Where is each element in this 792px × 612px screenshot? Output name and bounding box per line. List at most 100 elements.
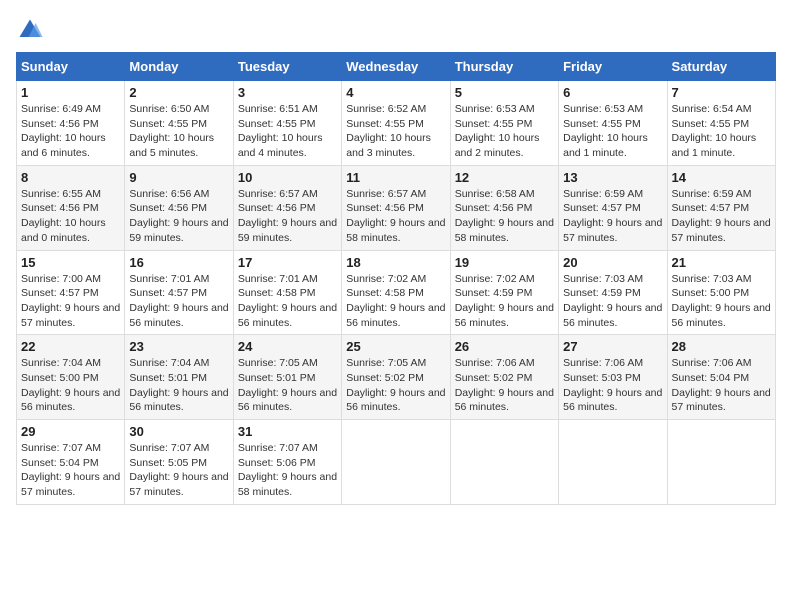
calendar-cell: 3 Sunrise: 6:51 AM Sunset: 4:55 PM Dayli…	[233, 81, 341, 166]
day-info: Sunrise: 7:04 AM Sunset: 5:00 PM Dayligh…	[21, 356, 120, 415]
day-number: 12	[455, 170, 554, 185]
calendar-cell: 5 Sunrise: 6:53 AM Sunset: 4:55 PM Dayli…	[450, 81, 558, 166]
day-info: Sunrise: 6:57 AM Sunset: 4:56 PM Dayligh…	[346, 187, 445, 246]
day-info: Sunrise: 7:05 AM Sunset: 5:02 PM Dayligh…	[346, 356, 445, 415]
weekday-header: Wednesday	[342, 53, 450, 81]
day-info: Sunrise: 6:50 AM Sunset: 4:55 PM Dayligh…	[129, 102, 228, 161]
calendar-cell: 6 Sunrise: 6:53 AM Sunset: 4:55 PM Dayli…	[559, 81, 667, 166]
day-number: 11	[346, 170, 445, 185]
day-info: Sunrise: 6:49 AM Sunset: 4:56 PM Dayligh…	[21, 102, 120, 161]
day-info: Sunrise: 6:56 AM Sunset: 4:56 PM Dayligh…	[129, 187, 228, 246]
day-number: 24	[238, 339, 337, 354]
day-info: Sunrise: 7:07 AM Sunset: 5:06 PM Dayligh…	[238, 441, 337, 500]
day-info: Sunrise: 7:07 AM Sunset: 5:05 PM Dayligh…	[129, 441, 228, 500]
day-info: Sunrise: 6:59 AM Sunset: 4:57 PM Dayligh…	[563, 187, 662, 246]
calendar-cell: 31 Sunrise: 7:07 AM Sunset: 5:06 PM Dayl…	[233, 420, 341, 505]
calendar-week-row: 15 Sunrise: 7:00 AM Sunset: 4:57 PM Dayl…	[17, 250, 776, 335]
day-number: 20	[563, 255, 662, 270]
calendar-cell: 27 Sunrise: 7:06 AM Sunset: 5:03 PM Dayl…	[559, 335, 667, 420]
calendar-cell: 1 Sunrise: 6:49 AM Sunset: 4:56 PM Dayli…	[17, 81, 125, 166]
calendar-cell: 11 Sunrise: 6:57 AM Sunset: 4:56 PM Dayl…	[342, 165, 450, 250]
day-info: Sunrise: 7:01 AM Sunset: 4:57 PM Dayligh…	[129, 272, 228, 331]
day-number: 9	[129, 170, 228, 185]
day-number: 17	[238, 255, 337, 270]
calendar-week-row: 29 Sunrise: 7:07 AM Sunset: 5:04 PM Dayl…	[17, 420, 776, 505]
day-number: 4	[346, 85, 445, 100]
day-number: 7	[672, 85, 771, 100]
day-info: Sunrise: 6:51 AM Sunset: 4:55 PM Dayligh…	[238, 102, 337, 161]
header-row: SundayMondayTuesdayWednesdayThursdayFrid…	[17, 53, 776, 81]
calendar-cell	[450, 420, 558, 505]
day-info: Sunrise: 7:04 AM Sunset: 5:01 PM Dayligh…	[129, 356, 228, 415]
day-info: Sunrise: 6:59 AM Sunset: 4:57 PM Dayligh…	[672, 187, 771, 246]
day-number: 23	[129, 339, 228, 354]
day-info: Sunrise: 6:53 AM Sunset: 4:55 PM Dayligh…	[455, 102, 554, 161]
day-info: Sunrise: 7:03 AM Sunset: 5:00 PM Dayligh…	[672, 272, 771, 331]
page-header	[16, 16, 776, 44]
day-number: 22	[21, 339, 120, 354]
calendar-cell: 7 Sunrise: 6:54 AM Sunset: 4:55 PM Dayli…	[667, 81, 775, 166]
calendar-cell: 12 Sunrise: 6:58 AM Sunset: 4:56 PM Dayl…	[450, 165, 558, 250]
calendar-cell: 21 Sunrise: 7:03 AM Sunset: 5:00 PM Dayl…	[667, 250, 775, 335]
calendar-cell: 22 Sunrise: 7:04 AM Sunset: 5:00 PM Dayl…	[17, 335, 125, 420]
calendar-cell: 16 Sunrise: 7:01 AM Sunset: 4:57 PM Dayl…	[125, 250, 233, 335]
calendar-table: SundayMondayTuesdayWednesdayThursdayFrid…	[16, 52, 776, 505]
day-number: 2	[129, 85, 228, 100]
weekday-header: Saturday	[667, 53, 775, 81]
day-info: Sunrise: 6:53 AM Sunset: 4:55 PM Dayligh…	[563, 102, 662, 161]
day-info: Sunrise: 7:00 AM Sunset: 4:57 PM Dayligh…	[21, 272, 120, 331]
calendar-cell: 30 Sunrise: 7:07 AM Sunset: 5:05 PM Dayl…	[125, 420, 233, 505]
calendar-cell: 28 Sunrise: 7:06 AM Sunset: 5:04 PM Dayl…	[667, 335, 775, 420]
day-info: Sunrise: 6:54 AM Sunset: 4:55 PM Dayligh…	[672, 102, 771, 161]
day-info: Sunrise: 7:02 AM Sunset: 4:58 PM Dayligh…	[346, 272, 445, 331]
weekday-header: Tuesday	[233, 53, 341, 81]
calendar-cell: 13 Sunrise: 6:59 AM Sunset: 4:57 PM Dayl…	[559, 165, 667, 250]
day-info: Sunrise: 7:03 AM Sunset: 4:59 PM Dayligh…	[563, 272, 662, 331]
day-info: Sunrise: 7:07 AM Sunset: 5:04 PM Dayligh…	[21, 441, 120, 500]
calendar-cell: 4 Sunrise: 6:52 AM Sunset: 4:55 PM Dayli…	[342, 81, 450, 166]
day-number: 10	[238, 170, 337, 185]
calendar-cell: 18 Sunrise: 7:02 AM Sunset: 4:58 PM Dayl…	[342, 250, 450, 335]
day-number: 19	[455, 255, 554, 270]
day-number: 1	[21, 85, 120, 100]
day-number: 28	[672, 339, 771, 354]
calendar-cell: 20 Sunrise: 7:03 AM Sunset: 4:59 PM Dayl…	[559, 250, 667, 335]
day-number: 30	[129, 424, 228, 439]
calendar-cell: 15 Sunrise: 7:00 AM Sunset: 4:57 PM Dayl…	[17, 250, 125, 335]
calendar-cell	[559, 420, 667, 505]
calendar-cell	[342, 420, 450, 505]
day-number: 6	[563, 85, 662, 100]
calendar-week-row: 22 Sunrise: 7:04 AM Sunset: 5:00 PM Dayl…	[17, 335, 776, 420]
calendar-cell: 25 Sunrise: 7:05 AM Sunset: 5:02 PM Dayl…	[342, 335, 450, 420]
calendar-cell: 2 Sunrise: 6:50 AM Sunset: 4:55 PM Dayli…	[125, 81, 233, 166]
calendar-cell: 24 Sunrise: 7:05 AM Sunset: 5:01 PM Dayl…	[233, 335, 341, 420]
day-number: 26	[455, 339, 554, 354]
logo-icon	[16, 16, 44, 44]
calendar-cell: 29 Sunrise: 7:07 AM Sunset: 5:04 PM Dayl…	[17, 420, 125, 505]
day-info: Sunrise: 6:55 AM Sunset: 4:56 PM Dayligh…	[21, 187, 120, 246]
day-info: Sunrise: 7:06 AM Sunset: 5:03 PM Dayligh…	[563, 356, 662, 415]
day-info: Sunrise: 7:06 AM Sunset: 5:02 PM Dayligh…	[455, 356, 554, 415]
weekday-header: Sunday	[17, 53, 125, 81]
weekday-header: Monday	[125, 53, 233, 81]
day-number: 8	[21, 170, 120, 185]
day-info: Sunrise: 6:52 AM Sunset: 4:55 PM Dayligh…	[346, 102, 445, 161]
calendar-cell: 8 Sunrise: 6:55 AM Sunset: 4:56 PM Dayli…	[17, 165, 125, 250]
day-number: 18	[346, 255, 445, 270]
day-info: Sunrise: 7:02 AM Sunset: 4:59 PM Dayligh…	[455, 272, 554, 331]
calendar-cell: 17 Sunrise: 7:01 AM Sunset: 4:58 PM Dayl…	[233, 250, 341, 335]
weekday-header: Thursday	[450, 53, 558, 81]
day-info: Sunrise: 6:58 AM Sunset: 4:56 PM Dayligh…	[455, 187, 554, 246]
day-number: 25	[346, 339, 445, 354]
day-number: 21	[672, 255, 771, 270]
day-number: 14	[672, 170, 771, 185]
calendar-cell	[667, 420, 775, 505]
calendar-week-row: 8 Sunrise: 6:55 AM Sunset: 4:56 PM Dayli…	[17, 165, 776, 250]
day-number: 29	[21, 424, 120, 439]
day-number: 13	[563, 170, 662, 185]
day-number: 16	[129, 255, 228, 270]
day-number: 5	[455, 85, 554, 100]
day-number: 27	[563, 339, 662, 354]
day-info: Sunrise: 7:01 AM Sunset: 4:58 PM Dayligh…	[238, 272, 337, 331]
weekday-header: Friday	[559, 53, 667, 81]
